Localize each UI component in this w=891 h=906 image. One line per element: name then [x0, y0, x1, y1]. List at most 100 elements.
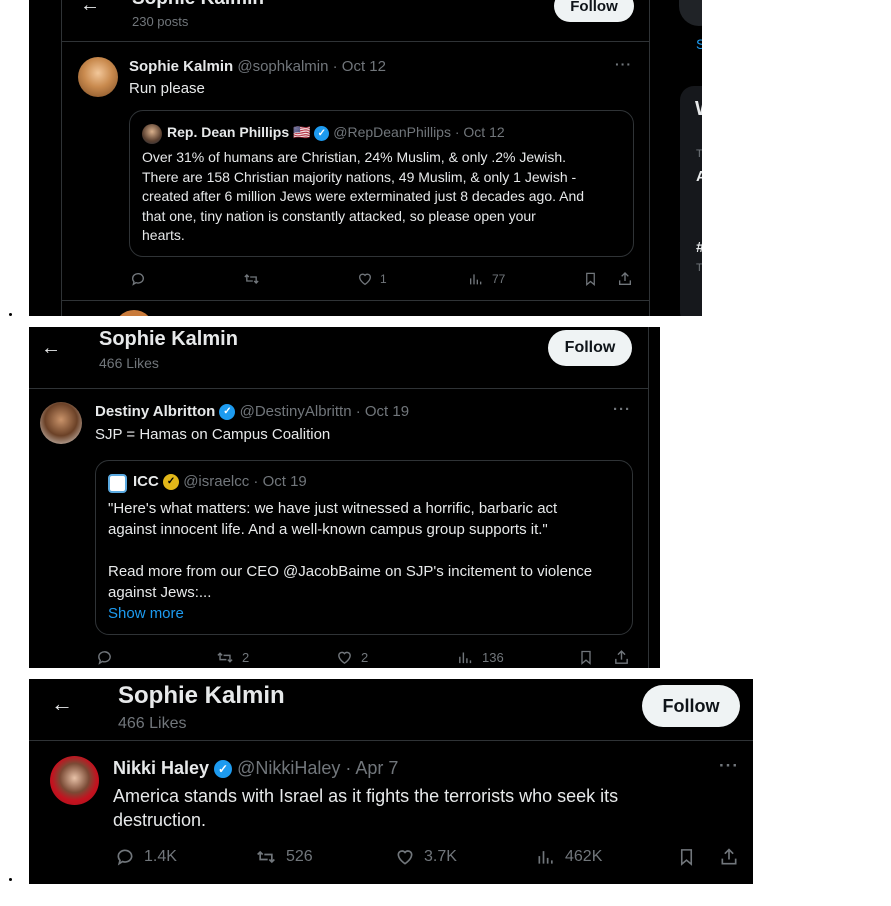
reply-button[interactable]: [130, 271, 146, 287]
search-bar-fragment[interactable]: [679, 0, 702, 26]
follow-button[interactable]: Follow: [548, 330, 632, 366]
verified-badge-icon: ✓: [314, 125, 330, 141]
views-count: 462K: [565, 848, 603, 865]
author-handle-date: @NikkiHaley · Apr 7: [237, 758, 399, 778]
avatar[interactable]: [78, 57, 118, 97]
views-count: 77: [492, 272, 506, 286]
likes-count: 466 Likes: [99, 355, 159, 371]
follow-button[interactable]: Follow: [642, 685, 740, 727]
quoted-author-name: ICC: [133, 473, 159, 490]
like-count: 1: [380, 272, 387, 286]
more-options-icon[interactable]: ···: [615, 56, 632, 72]
author-name[interactable]: Nikki Haley: [113, 758, 209, 778]
more-options-icon[interactable]: ···: [719, 756, 739, 776]
back-arrow-icon[interactable]: ←: [80, 0, 100, 17]
screenshot-3: ← Sophie Kalmin 466 Likes Follow Nikki H…: [29, 679, 753, 884]
repost-icon: [257, 850, 275, 864]
share-button[interactable]: [617, 271, 633, 287]
reply-count: 1.4K: [144, 848, 177, 865]
next-avatar: [114, 310, 154, 316]
post-count: 230 posts: [132, 14, 189, 29]
repost-button[interactable]: 2: [216, 649, 249, 666]
reply-button[interactable]: 1.4K: [115, 847, 177, 867]
divider: [62, 300, 649, 301]
like-button[interactable]: 1: [357, 271, 387, 287]
repost-button[interactable]: [243, 271, 260, 287]
back-arrow-icon[interactable]: ←: [41, 337, 61, 360]
screenshot-1: ← Sophie Kalmin 230 posts Follow Sophie …: [29, 0, 702, 316]
views-icon: [538, 851, 553, 864]
reply-button[interactable]: [96, 649, 113, 666]
bookmark-icon: [581, 650, 591, 665]
share-icon: [619, 272, 631, 285]
follow-button[interactable]: Follow: [554, 0, 634, 22]
quoted-text: "Here's what matters: we have just witne…: [108, 500, 593, 624]
quoted-text: Over 31% of humans are Christian, 24% Mu…: [142, 149, 585, 243]
author-name[interactable]: Destiny Albritton: [95, 403, 215, 420]
share-icon: [721, 848, 737, 865]
author-name[interactable]: Sophie Kalmin: [129, 58, 233, 75]
quoted-author-name: Rep. Dean Phillips: [167, 124, 290, 140]
views-button[interactable]: 136: [457, 649, 504, 666]
screenshot-2: ← Sophie Kalmin 466 Likes Follow Destiny…: [29, 327, 660, 668]
quoted-tweet[interactable]: ICC ✓ @israelcc · Oct 19 "Here's what ma…: [95, 460, 633, 635]
sidebar-link-fragment[interactable]: S: [696, 36, 702, 52]
repost-icon: [217, 652, 233, 663]
us-flag-icon: 🇺🇸: [293, 124, 311, 140]
quoted-handle-date: @israelcc · Oct 19: [183, 473, 307, 490]
repost-button[interactable]: 526: [255, 847, 313, 867]
more-options-icon[interactable]: ···: [613, 401, 631, 418]
profile-header: ← Sophie Kalmin 466 Likes Follow: [29, 327, 648, 389]
card-title-fragment: W: [695, 98, 702, 121]
avatar[interactable]: [50, 756, 99, 805]
bullet-mark: [9, 878, 12, 881]
avatar[interactable]: [40, 402, 82, 444]
repost-count: 526: [286, 848, 313, 865]
views-count: 136: [482, 650, 504, 665]
profile-name: Sophie Kalmin: [132, 0, 264, 10]
tweet-text: Run please: [129, 80, 205, 97]
repost-count: 2: [242, 650, 250, 665]
heart-icon: [338, 651, 351, 665]
views-icon: [470, 274, 482, 285]
bullet-mark: [9, 313, 12, 316]
verified-badge-icon: ✓: [214, 760, 233, 779]
share-button[interactable]: [613, 649, 630, 666]
reply-icon: [98, 651, 111, 665]
quoted-avatar: [142, 124, 162, 144]
reply-icon: [132, 273, 144, 286]
author-handle-date: @DestinyAlbrittn · Oct 19: [239, 403, 410, 420]
likes-count: 466 Likes: [118, 715, 187, 732]
author-handle-date: @sophkalmin · Oct 12: [237, 58, 386, 75]
repost-icon: [244, 274, 259, 284]
profile-header: ← Sophie Kalmin 230 posts Follow: [62, 0, 649, 42]
like-button[interactable]: 2: [336, 649, 368, 666]
heart-icon: [397, 850, 413, 865]
views-icon: [459, 652, 472, 664]
views-button[interactable]: 462K: [536, 847, 602, 867]
timeline-column: ← Sophie Kalmin 230 posts Follow Sophie …: [61, 0, 650, 316]
bookmark-button[interactable]: [583, 271, 598, 287]
quoted-handle-date: @RepDeanPhillips · Oct 12: [333, 124, 505, 140]
timeline-column: ← Sophie Kalmin 466 Likes Follow Destiny…: [29, 327, 649, 668]
profile-name: Sophie Kalmin: [118, 682, 285, 709]
share-button[interactable]: [719, 847, 739, 867]
trends-card-fragment: W T A # T: [680, 86, 702, 316]
verified-gold-badge-icon: ✓: [163, 474, 180, 491]
tweet-text: SJP = Hamas on Campus Coalition: [95, 426, 331, 443]
like-count: 2: [361, 650, 369, 665]
profile-name: Sophie Kalmin: [99, 328, 238, 350]
share-icon: [615, 650, 628, 664]
bookmark-button[interactable]: [578, 649, 594, 666]
profile-header: ← Sophie Kalmin 466 Likes Follow: [29, 679, 753, 741]
show-more-link[interactable]: Show more: [108, 603, 592, 624]
verified-badge-icon: ✓: [219, 404, 236, 421]
icc-logo-icon: [108, 474, 127, 493]
quoted-tweet[interactable]: Rep. Dean Phillips 🇺🇸 ✓ @RepDeanPhillips…: [129, 110, 634, 257]
bookmark-icon: [680, 849, 693, 866]
bookmark-button[interactable]: [677, 847, 696, 867]
views-button[interactable]: 77: [468, 271, 505, 287]
bookmark-icon: [586, 272, 595, 286]
back-arrow-icon[interactable]: ←: [51, 691, 73, 717]
like-button[interactable]: 3.7K: [395, 847, 457, 867]
